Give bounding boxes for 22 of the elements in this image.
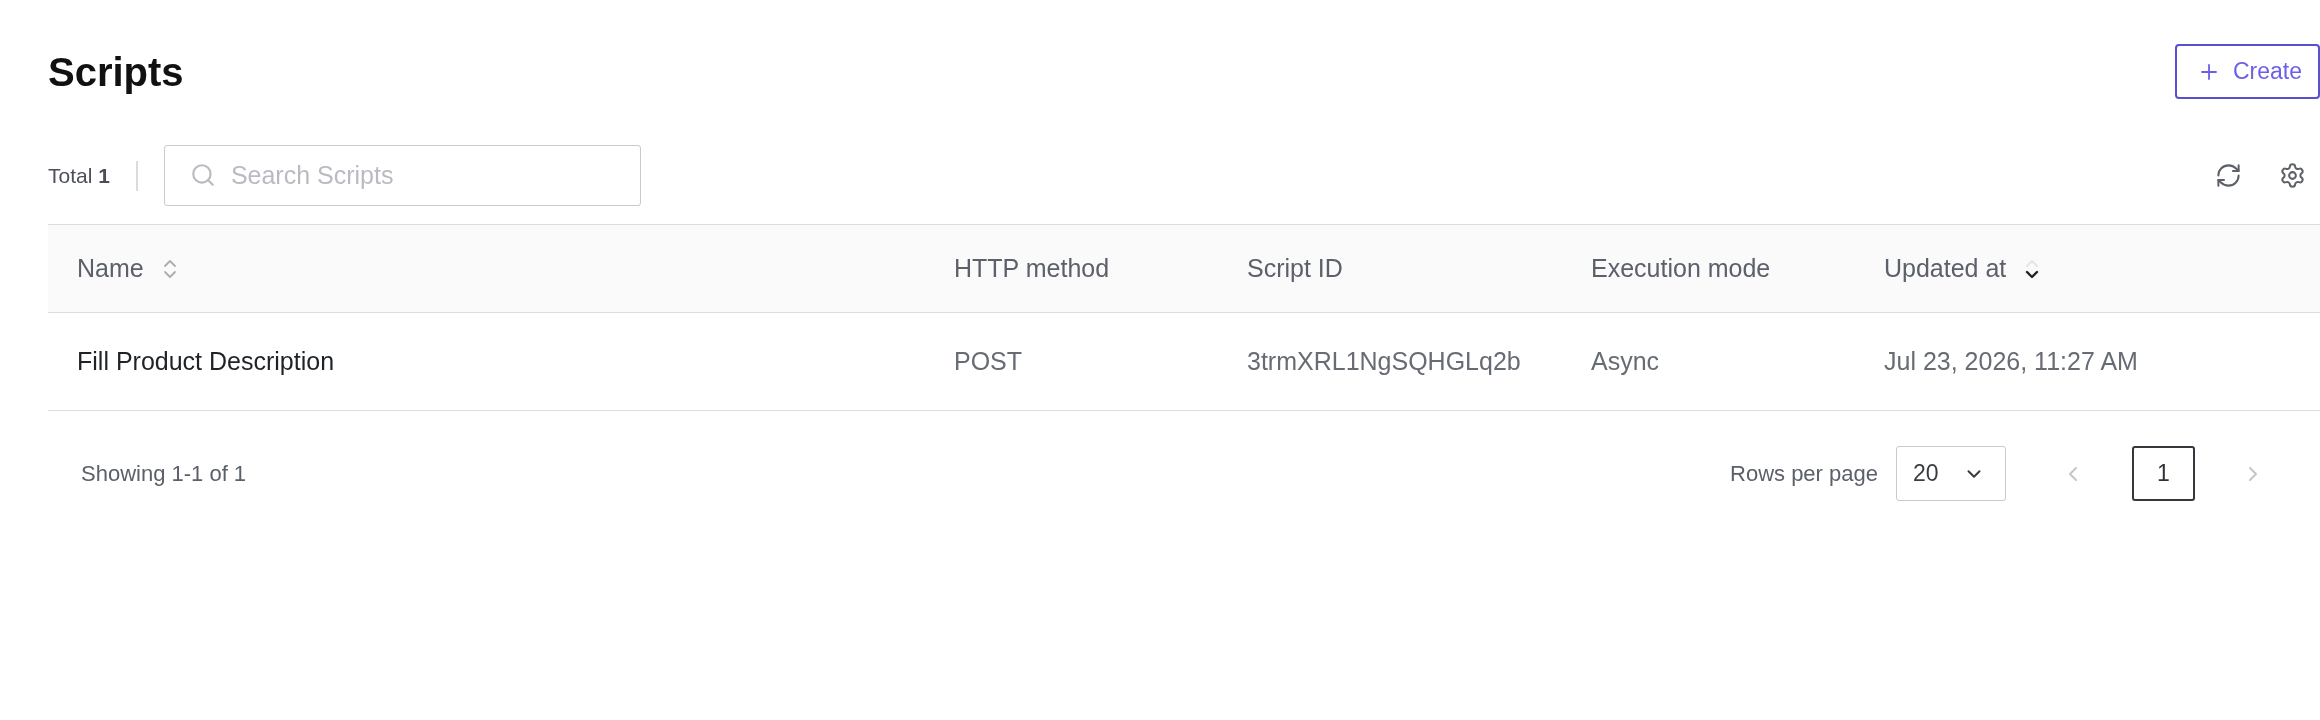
script-id: 3trmXRL1NgSQHGLq2b <box>1247 345 1521 377</box>
create-button[interactable]: Create <box>2174 44 2320 99</box>
search-icon <box>189 162 216 188</box>
execution-mode: Async <box>1591 345 1660 377</box>
updated-at: Jul 23, 2026, 11:27 AM <box>1884 345 2138 377</box>
results-summary: Showing 1-1 of 1 <box>81 460 247 488</box>
refresh-icon[interactable] <box>2215 162 2242 189</box>
column-header: Script ID <box>1247 252 1343 284</box>
page-title: Scripts <box>48 51 184 92</box>
rows-per-page-label: Rows per page <box>1730 460 1878 488</box>
script-name: Fill Product Description <box>77 345 335 377</box>
column-header: Updated at <box>1884 252 2007 284</box>
column-header: Name <box>77 252 144 284</box>
sort-icon[interactable] <box>2025 257 2040 280</box>
page-number-button[interactable]: 1 <box>2132 446 2195 501</box>
rows-per-page-select[interactable]: 20 <box>1896 446 2006 501</box>
total-count: Total 1 <box>48 162 110 189</box>
settings-icon[interactable] <box>2279 162 2306 189</box>
column-header: Execution mode <box>1591 252 1771 284</box>
column-header: HTTP method <box>954 252 1110 284</box>
http-method: POST <box>954 345 1023 377</box>
search-field[interactable]: Search Scripts <box>163 145 641 206</box>
